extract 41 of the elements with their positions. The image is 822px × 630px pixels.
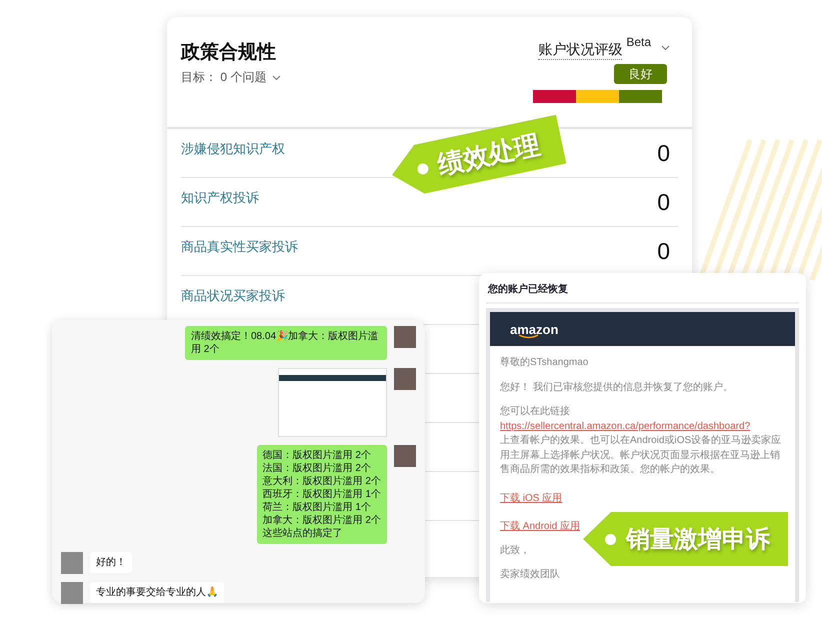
issue-link[interactable]: 商品状况买家投诉 <box>181 287 285 305</box>
closing-text: 此致， <box>500 544 531 558</box>
message-line: 法国：版权图片滥用 2个 <box>262 462 372 475</box>
rating-label: 账户状况评级 <box>538 41 622 60</box>
issue-link[interactable]: 涉嫌侵犯知识产权 <box>181 140 285 158</box>
issue-count: 0 <box>657 140 670 166</box>
body-paragraph: 您可以在此链接 https://sellercentral.amazon.ca/performance/dashboard? 上查看帐户的效果。也可以在Android或iOS设备的亚马逊卖家应用主屏幕上选择帐户状况。帐户状况页面显示根据在亚马逊上销售商品所需的效果指标和政策。您的帐户的效果。 <box>500 405 782 477</box>
avatar-placeholder <box>61 552 83 574</box>
amazon-logo: amazon <box>510 322 558 336</box>
issue-count: 0 <box>657 238 670 264</box>
issue-link[interactable]: 商品真实性买家投诉 <box>181 238 298 256</box>
screenshot-thumbnail[interactable] <box>278 368 387 437</box>
avatar-placeholder <box>394 368 416 390</box>
email-title: 您的账户已经恢复 <box>486 273 799 304</box>
avatar-placeholder <box>394 326 416 348</box>
avatar-placeholder <box>61 582 83 604</box>
signature-text: 卖家绩效团队 <box>500 568 561 582</box>
message-line: 意大利：版权图片滥用 2个 <box>262 475 381 488</box>
card-title: 政策合规性 <box>181 41 277 65</box>
message-line: 加拿大：版权图片滥用 2个 <box>262 514 381 527</box>
chevron-down-icon[interactable] <box>661 45 670 51</box>
greeting-text: 尊敬的STshangmao <box>500 356 590 370</box>
chat-message: 专业的事要交给专业的人🙏 <box>90 582 224 603</box>
dashboard-link[interactable]: https://sellercentral.amazon.ca/performance/dashboard? <box>500 420 750 432</box>
message-line: 西班牙：版权图片滥用 1个 <box>262 488 381 501</box>
download-link[interactable]: 下载 Android 应用 <box>500 520 580 532</box>
issue-link[interactable]: 知识产权投诉 <box>181 189 259 207</box>
download-link[interactable]: 下载 iOS 应用 <box>500 492 562 504</box>
message-line: 德国：版权图片滥用 2个 <box>262 449 372 462</box>
goal-text: 目标： 0 个问题 <box>181 69 266 86</box>
chat-message: 清绩效搞定！08.04🎉加拿大：版权图片滥用 2个 <box>185 326 387 360</box>
status-label: 良好 <box>614 64 667 84</box>
promo-tag: 销量激增申诉 <box>583 512 788 566</box>
message-line: 荷兰：版权图片滥用 1个 <box>262 501 372 514</box>
chat-message: 好的！ <box>90 552 132 573</box>
chevron-down-icon[interactable] <box>272 74 282 80</box>
beta-label: Beta <box>626 35 651 49</box>
issue-count: 0 <box>657 188 670 216</box>
message-line: 这些站点的搞定了 <box>262 527 344 540</box>
avatar-placeholder <box>394 445 416 467</box>
intro-text: 您好！ 我们已审核您提供的信息并恢复了您的账户。 <box>500 380 734 394</box>
